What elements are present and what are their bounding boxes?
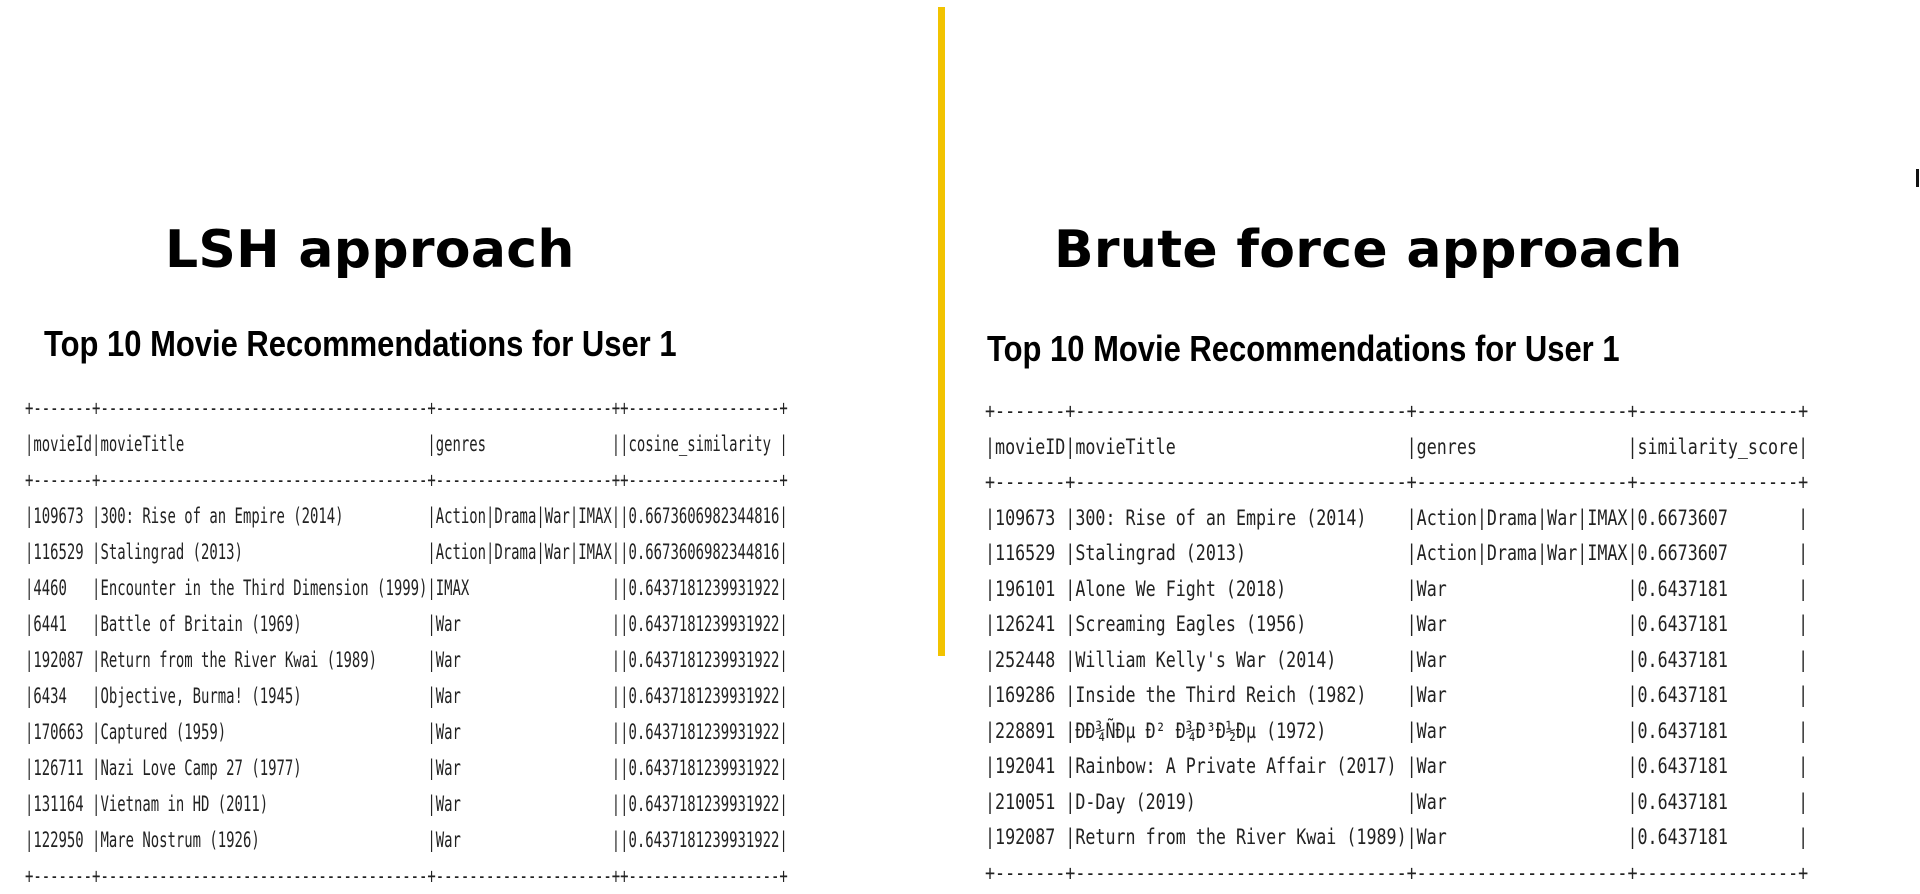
table-row: |131164 |Vietnam in HD (2011) |War ||0.6… [25,792,788,816]
table-row: |192087 |Return from the River Kwai (198… [25,648,788,672]
table-row: |210051 |D-Day (2019) |War |0.6437181 | [985,789,1809,814]
section-divider [938,7,945,656]
table-header-row: |movieID|movieTitle |genres |similarity_… [985,434,1809,459]
edge-mark [1916,169,1919,187]
brute-force-approach-heading: Brute force approach [1054,220,1683,280]
table-row: |170663 |Captured (1959) |War ||0.643718… [25,720,788,744]
table-row: |116529 |Stalingrad (2013) |Action|Drama… [25,540,788,564]
table-row: |109673 |300: Rise of an Empire (2014) |… [985,505,1809,530]
table-border: +-------+-------------------------------… [985,860,1809,885]
table-row: |252448 |William Kelly's War (2014) |War… [985,647,1809,672]
table-row: |192041 |Rainbow: A Private Affair (2017… [985,754,1809,778]
table-border: +-------+-------------------------------… [25,864,788,888]
lsh-approach-heading: LSH approach [165,220,575,280]
table-header-row: |movieId|movieTitle |genres ||cosine_sim… [25,432,788,456]
table-row: |4460 |Encounter in the Third Dimension … [25,576,788,600]
lsh-table-title: Top 10 Movie Recommendations for User 1 [44,323,677,364]
brute-results-table: +-------+-------------------------------… [985,394,1808,891]
table-row: |116529 |Stalingrad (2013) |Action|Drama… [985,541,1809,565]
table-border: +-------+-------------------------------… [985,399,1809,423]
table-row: |6434 |Objective, Burma! (1945) |War ||0… [25,684,788,708]
table-border: +-------+-------------------------------… [985,470,1809,494]
table-border: +-------+-------------------------------… [25,396,788,420]
table-row: |126711 |Nazi Love Camp 27 (1977) |War |… [25,756,788,780]
table-row: |6441 |Battle of Britain (1969) |War ||0… [25,612,788,636]
table-row: |196101 |Alone We Fight (2018) |War |0.6… [985,576,1809,601]
table-border: +-------+-------------------------------… [25,468,788,492]
table-row: |192087 |Return from the River Kwai (198… [985,825,1809,849]
table-row: |122950 |Mare Nostrum (1926) |War ||0.64… [25,828,788,852]
table-row: |109673 |300: Rise of an Empire (2014) |… [25,504,788,528]
table-row: |169286 |Inside the Third Reich (1982) |… [985,683,1809,707]
brute-table-title: Top 10 Movie Recommendations for User 1 [987,328,1620,369]
lsh-results-table: +-------+-------------------------------… [25,390,788,894]
table-row: |126241 |Screaming Eagles (1956) |War |0… [985,612,1809,636]
table-row: |228891 |ÐÐ¾ÑÐµ Ð² Ð¾Ð³Ð½Ðµ (1972) |War … [985,718,1809,743]
